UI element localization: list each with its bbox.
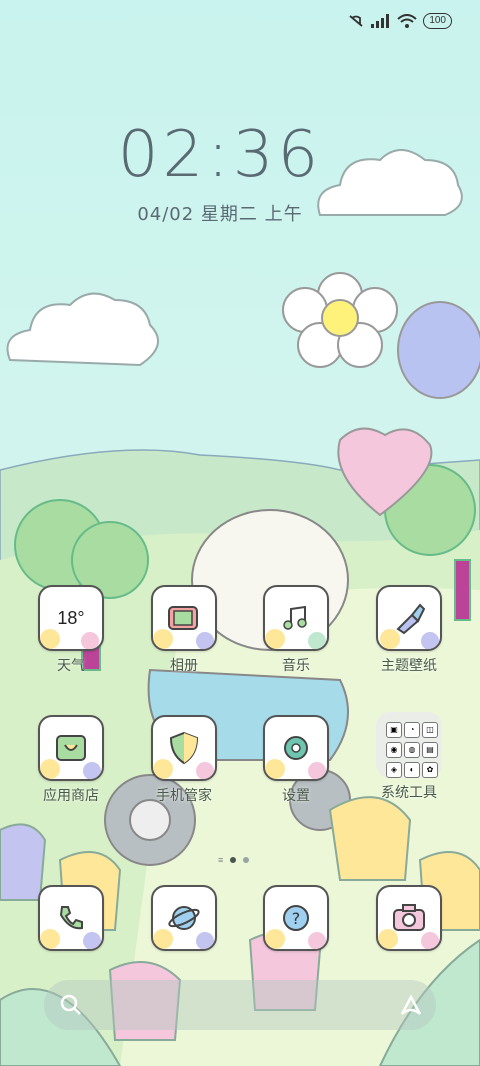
dock-camera[interactable] (364, 885, 454, 951)
browser-planet-icon (151, 885, 217, 951)
app-label: 主题壁纸 (381, 657, 437, 673)
dock-help[interactable]: ? (251, 885, 341, 951)
mute-vibrate-icon (349, 15, 363, 27)
folder-system-tools[interactable]: ▣ ◔ ◫ ◉ ◍ ▤ ◈ ◐ ✿ 系统工具 (364, 712, 454, 802)
mini-app-icon: ◈ (386, 762, 402, 778)
mini-app-icon: ◔ (404, 722, 420, 738)
app-label: 相册 (170, 657, 198, 673)
settings-gear-icon (263, 715, 329, 781)
app-weather[interactable]: 18° 天气 (26, 585, 116, 675)
security-shield-icon (151, 715, 217, 781)
app-label: 音乐 (282, 657, 310, 673)
mini-app-icon: ◉ (386, 742, 402, 758)
dock-phone[interactable] (26, 885, 116, 951)
phone-icon (38, 885, 104, 951)
weather-temp: 18° (57, 607, 85, 628)
app-music[interactable]: 音乐 (251, 585, 341, 675)
folder-icon: ▣ ◔ ◫ ◉ ◍ ▤ ◈ ◐ ✿ (376, 712, 442, 778)
page-dot (243, 857, 250, 863)
battery-indicator: 100 (423, 13, 452, 29)
clock-time[interactable]: 02:36 (0, 118, 440, 192)
mini-app-icon: ✿ (422, 762, 438, 778)
help-icon: ? (263, 885, 329, 951)
app-label: 天气 (57, 657, 85, 673)
dock-browser[interactable] (139, 885, 229, 951)
app-settings[interactable]: 设置 (251, 715, 341, 805)
svg-text:?: ? (292, 909, 301, 928)
signal-icon (371, 14, 390, 28)
assistant-icon[interactable] (398, 992, 424, 1018)
clock-date[interactable]: 04/02 星期二 上午 (0, 200, 440, 226)
app-themes[interactable]: 主题壁纸 (364, 585, 454, 675)
music-icon (263, 585, 329, 651)
mini-app-icon: ◍ (404, 742, 420, 758)
wifi-icon (397, 14, 417, 28)
mini-app-icon: ▤ (422, 742, 438, 758)
app-label: 手机管家 (156, 787, 212, 803)
mini-app-icon: ▣ (386, 722, 402, 738)
page-indicator[interactable]: ≡ (218, 855, 250, 865)
page-dot-active (230, 857, 237, 863)
search-icon[interactable] (58, 992, 84, 1018)
app-gallery[interactable]: 相册 (139, 585, 229, 675)
app-store[interactable]: 应用商店 (26, 715, 116, 805)
app-store-icon (38, 715, 104, 781)
camera-icon (376, 885, 442, 951)
mini-app-icon: ◫ (422, 722, 438, 738)
app-label: 应用商店 (43, 787, 99, 803)
status-bar: 100 (347, 10, 452, 32)
app-security[interactable]: 手机管家 (139, 715, 229, 805)
gallery-icon (151, 585, 217, 651)
weather-icon: 18° (38, 585, 104, 651)
app-label: 设置 (282, 787, 310, 803)
page-list-icon: ≡ (218, 855, 224, 865)
mini-app-icon: ◐ (404, 762, 420, 778)
app-label: 系统工具 (381, 784, 437, 800)
theme-brush-icon (376, 585, 442, 651)
search-bar[interactable] (44, 980, 436, 1030)
